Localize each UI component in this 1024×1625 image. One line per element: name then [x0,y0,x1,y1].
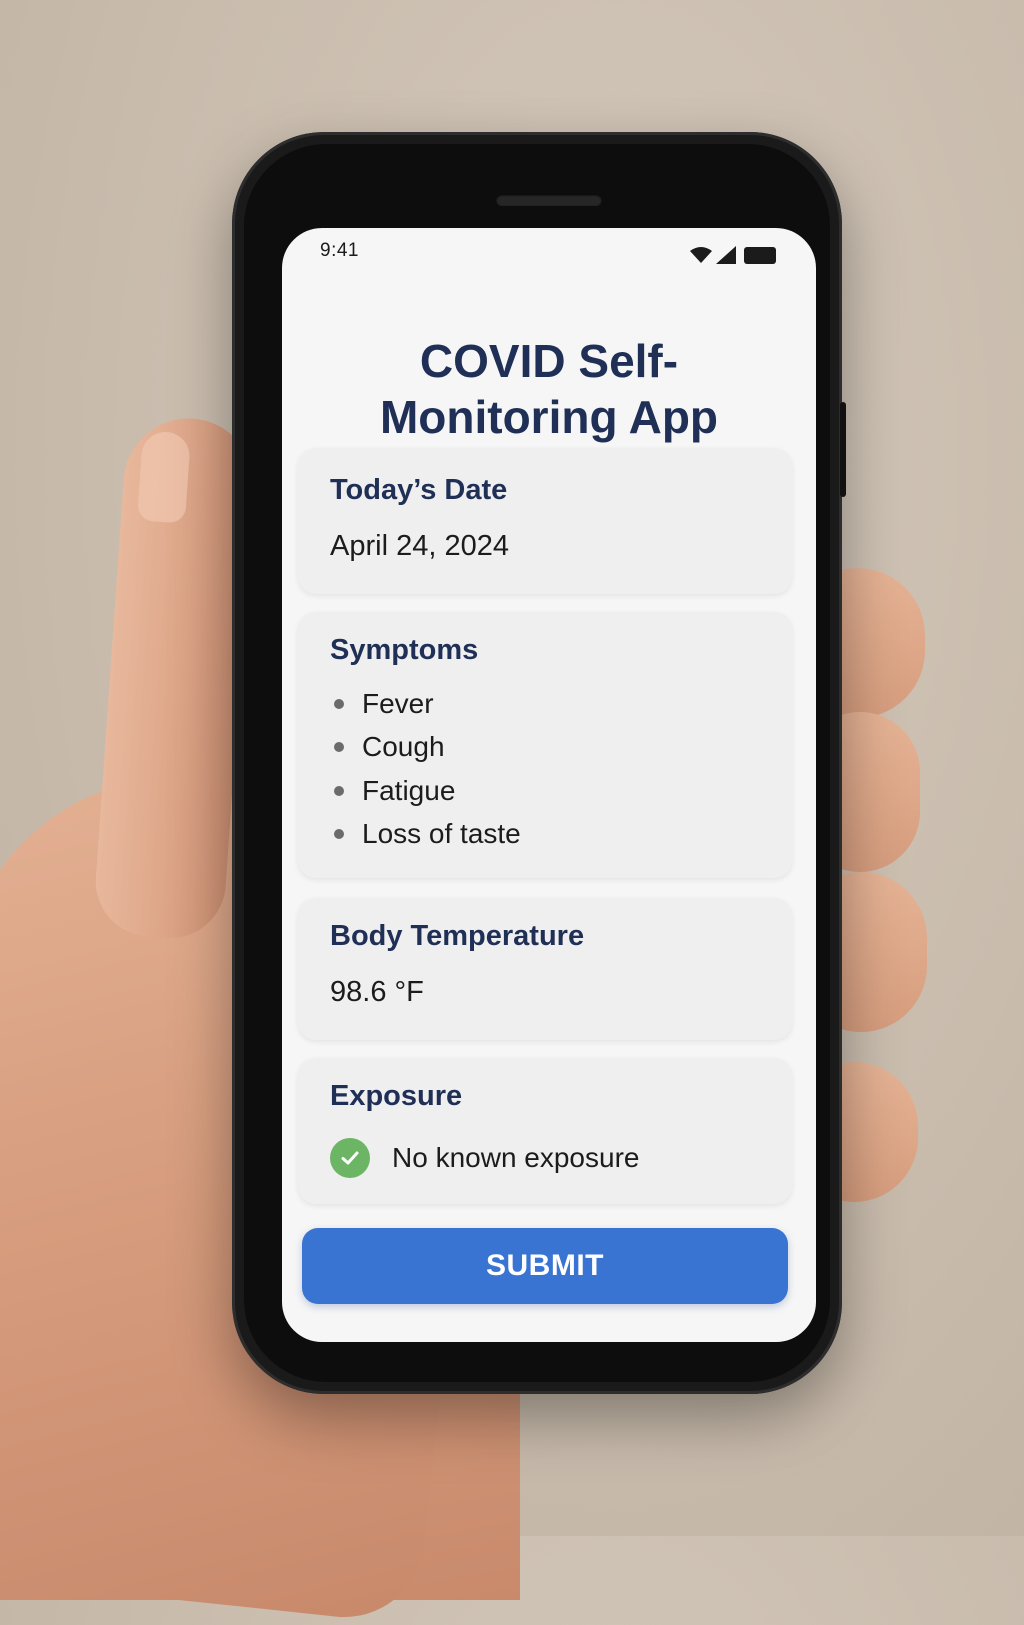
bullet-icon [334,742,344,753]
phone-bezel: 9:41 COVID Self-Monitoring App Today’s D… [244,144,830,1382]
symptom-list: Fever Cough Fatigue Loss of taste [334,682,521,856]
symptom-item-fever[interactable]: Fever [334,682,521,726]
symptoms-card: Symptoms Fever Cough Fatigue Loss of tas… [298,612,792,878]
bullet-icon [334,785,344,796]
exposure-status[interactable]: No known exposure [330,1138,639,1178]
status-bar: 9:41 [282,228,816,276]
phone-screen: 9:41 COVID Self-Monitoring App Today’s D… [282,228,816,1342]
symptom-label: Fever [362,687,434,719]
symptom-label: Cough [362,731,445,763]
battery-icon [744,246,776,264]
symptom-label: Fatigue [362,774,456,806]
submit-button[interactable]: SUBMIT [302,1228,788,1304]
status-time: 9:41 [320,240,359,261]
check-circle-icon [330,1138,370,1178]
phone-side-button [840,402,846,497]
exposure-card-title: Exposure [330,1080,463,1112]
symptom-item-fatigue[interactable]: Fatigue [334,769,521,813]
date-card: Today’s Date April 24, 2024 [298,448,792,594]
temperature-value[interactable]: 98.6 °F [330,976,424,1009]
temperature-card: Body Temperature 98.6 °F [298,898,792,1040]
symptom-label: Loss of taste [362,818,521,850]
bullet-icon [334,829,344,840]
signal-icon [716,246,736,264]
status-icons [690,246,776,264]
symptoms-card-title: Symptoms [330,634,479,666]
thumb-nail [136,430,192,524]
symptom-item-loss-of-taste[interactable]: Loss of taste [334,813,521,857]
phone-speaker [496,194,602,206]
page-title: COVID Self-Monitoring App [379,334,719,443]
symptom-item-cough[interactable]: Cough [334,726,521,770]
bullet-icon [334,698,344,709]
date-card-title: Today’s Date [330,474,508,506]
wifi-icon [690,247,712,263]
phone-device: 9:41 COVID Self-Monitoring App Today’s D… [232,132,846,1394]
date-value[interactable]: April 24, 2024 [330,530,509,563]
temperature-card-title: Body Temperature [330,920,585,952]
exposure-status-text: No known exposure [392,1142,640,1173]
checkmark-icon [341,1151,359,1165]
exposure-card: Exposure No known exposure [298,1058,792,1204]
